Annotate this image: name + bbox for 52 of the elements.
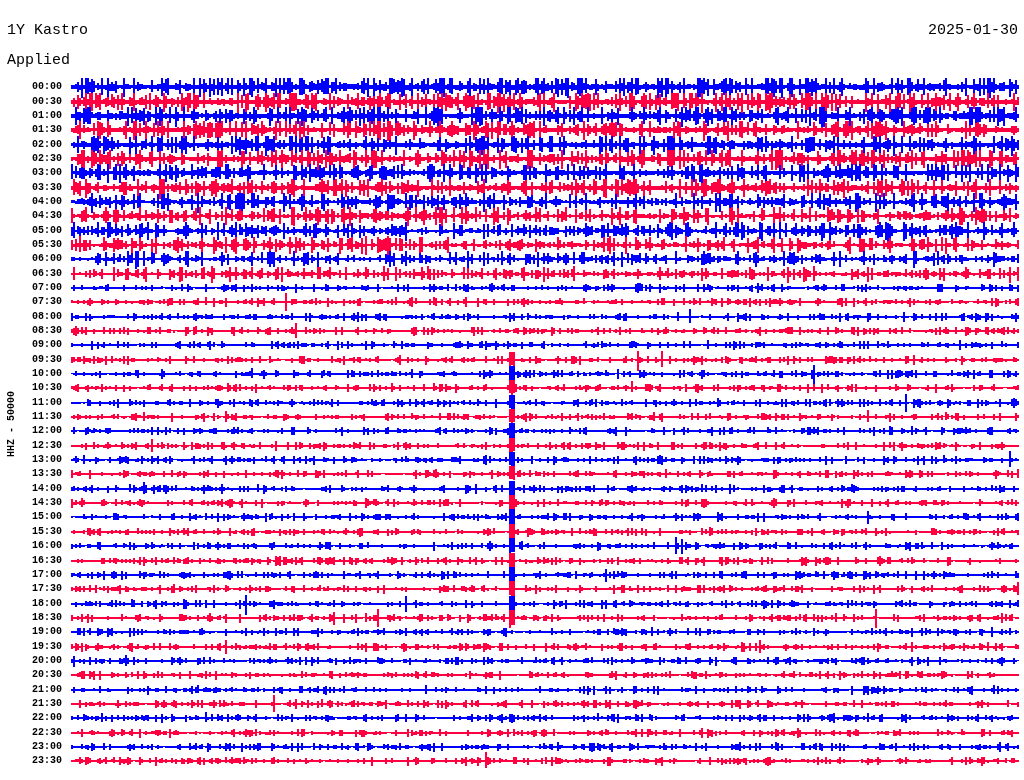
time-label: 19:00 bbox=[31, 626, 63, 639]
time-label: 08:30 bbox=[31, 325, 63, 337]
time-label: 14:30 bbox=[31, 497, 63, 510]
time-label: 23:00 bbox=[31, 741, 63, 753]
time-label: 20:30 bbox=[31, 669, 63, 682]
time-label: 22:30 bbox=[31, 726, 63, 739]
time-label: 10:00 bbox=[31, 368, 63, 381]
time-label: 07:30 bbox=[31, 296, 63, 309]
time-label: 12:00 bbox=[31, 425, 63, 438]
time-label: 21:30 bbox=[31, 697, 63, 710]
time-label: 15:30 bbox=[31, 525, 63, 538]
time-label: 13:00 bbox=[31, 454, 63, 467]
time-label: 07:00 bbox=[31, 282, 63, 294]
plot-date: 2025-01-30 bbox=[928, 22, 1018, 40]
time-label: 15:00 bbox=[31, 511, 63, 524]
time-label: 02:00 bbox=[31, 138, 63, 151]
time-label: 06:30 bbox=[31, 267, 63, 280]
time-label: 11:30 bbox=[31, 411, 63, 424]
time-label: 19:30 bbox=[31, 640, 63, 653]
time-label: 12:30 bbox=[31, 439, 63, 452]
time-label: 06:00 bbox=[31, 253, 63, 266]
time-label: 08:00 bbox=[31, 310, 63, 323]
time-label: 23:30 bbox=[31, 755, 63, 768]
time-label: 22:00 bbox=[31, 712, 63, 725]
time-label: 04:00 bbox=[31, 195, 63, 208]
time-label: 05:30 bbox=[31, 238, 63, 251]
time-label: 13:30 bbox=[31, 468, 63, 481]
time-label: 03:30 bbox=[31, 181, 63, 194]
time-label: 01:00 bbox=[31, 109, 63, 122]
time-label: 18:00 bbox=[31, 597, 63, 610]
time-label: 18:30 bbox=[31, 611, 63, 624]
time-label: 20:00 bbox=[31, 654, 63, 667]
time-label: 11:00 bbox=[31, 396, 63, 409]
time-label: 03:00 bbox=[31, 167, 63, 180]
time-label: 21:00 bbox=[31, 683, 63, 696]
time-label: 01:30 bbox=[31, 124, 63, 137]
time-label: 17:30 bbox=[31, 583, 63, 596]
time-label: 17:00 bbox=[31, 568, 63, 581]
time-label: 09:00 bbox=[31, 339, 63, 352]
time-label: 00:30 bbox=[31, 95, 63, 108]
time-label: 10:30 bbox=[31, 382, 63, 395]
time-label: 05:00 bbox=[31, 224, 63, 237]
time-label: 00:00 bbox=[31, 81, 63, 94]
time-label: 04:30 bbox=[31, 210, 63, 223]
channel-label: HHZ - 50000 bbox=[5, 391, 17, 458]
time-label: 02:30 bbox=[31, 152, 63, 165]
time-label: 16:30 bbox=[31, 554, 63, 567]
station-title: 1Y Kastro bbox=[7, 22, 88, 40]
filter-label: Applied bbox=[7, 52, 70, 69]
time-label: 09:30 bbox=[31, 353, 63, 366]
time-label: 16:00 bbox=[31, 540, 63, 553]
time-label: 14:00 bbox=[31, 482, 63, 495]
